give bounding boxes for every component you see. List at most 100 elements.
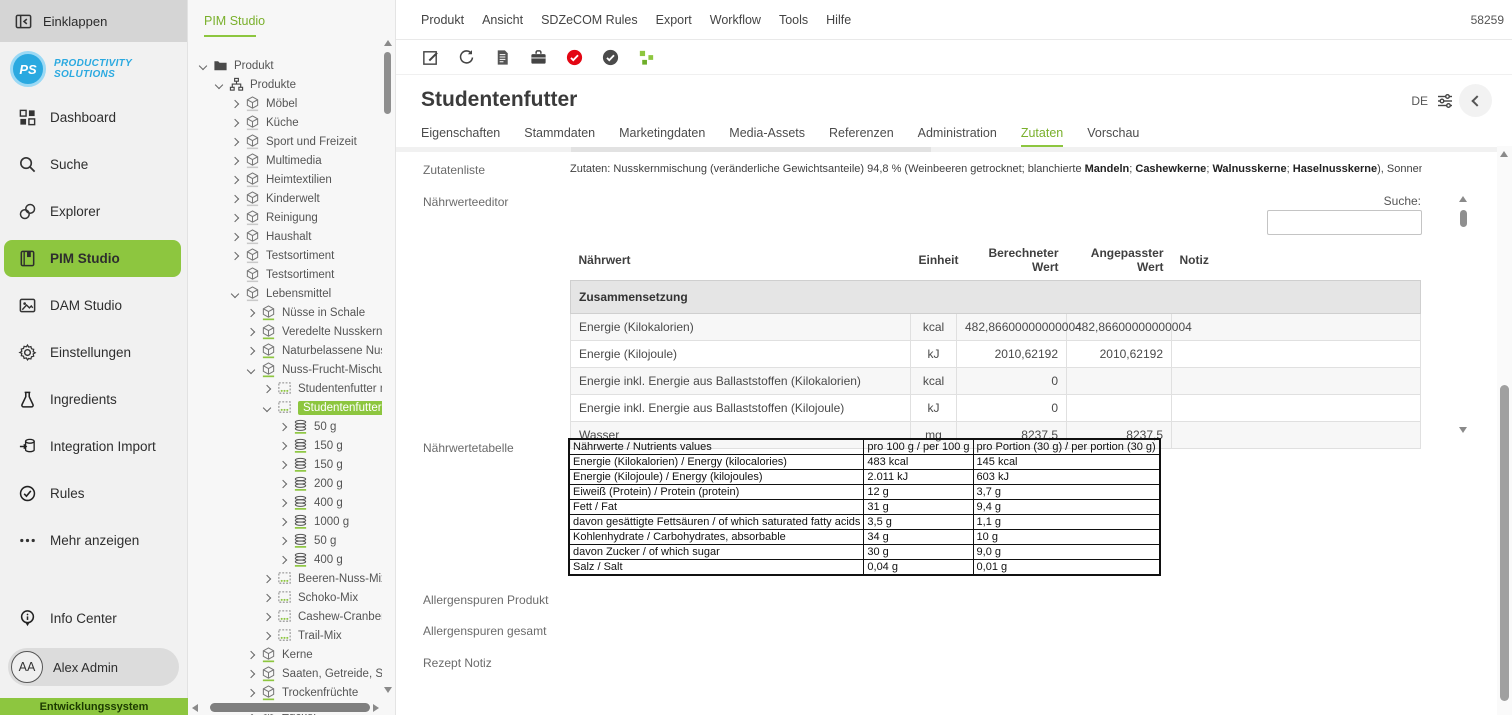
chevron-right-icon[interactable] <box>247 650 255 658</box>
tree-node[interactable]: Trail-Mix <box>188 626 382 645</box>
chevron-right-icon[interactable] <box>279 422 287 430</box>
tree-node[interactable]: 400 g <box>188 493 382 512</box>
status-red-check-button[interactable] <box>565 48 585 68</box>
note-cell[interactable] <box>1172 341 1421 368</box>
content-horizontal-scrollbar[interactable] <box>396 147 1497 152</box>
adjusted-value[interactable]: 2010,62192 <box>1067 341 1172 368</box>
chevron-right-icon[interactable] <box>279 441 287 449</box>
chevron-right-icon[interactable] <box>263 612 271 620</box>
chevron-right-icon[interactable] <box>263 593 271 601</box>
report-button[interactable] <box>493 48 513 68</box>
tree-node[interactable]: Schoko-Mix <box>188 588 382 607</box>
tree-node[interactable]: Heimtextilien <box>188 170 382 189</box>
refresh-button[interactable] <box>457 48 477 68</box>
sidebar-item-suche[interactable]: Suche <box>0 141 187 188</box>
chevron-right-icon[interactable] <box>263 631 271 639</box>
structure-green-button[interactable] <box>637 48 657 68</box>
tree-node[interactable]: 150 g <box>188 455 382 474</box>
scroll-up-arrow[interactable] <box>384 40 392 46</box>
note-cell[interactable] <box>1172 395 1421 422</box>
sidebar-item-mehr-anzeigen[interactable]: Mehr anzeigen <box>0 517 187 564</box>
scroll-up-arrow[interactable] <box>1459 196 1467 202</box>
tree-node[interactable]: Multimedia <box>188 151 382 170</box>
language-selector[interactable]: DE <box>1411 94 1428 108</box>
chevron-right-icon[interactable] <box>279 536 287 544</box>
tree-node[interactable]: 400 g <box>188 550 382 569</box>
scroll-thumb[interactable] <box>571 147 931 152</box>
editor-column-header[interactable]: Einheit <box>911 240 957 281</box>
note-cell[interactable] <box>1172 314 1421 341</box>
chevron-right-icon[interactable] <box>247 327 255 335</box>
chevron-right-icon[interactable] <box>231 194 239 202</box>
search-input[interactable] <box>1267 210 1422 235</box>
chevron-right-icon[interactable] <box>247 346 255 354</box>
scroll-down-arrow[interactable] <box>384 687 392 693</box>
edit-button[interactable] <box>421 48 441 68</box>
menu-produkt[interactable]: Produkt <box>421 13 464 27</box>
scroll-right-arrow[interactable] <box>373 704 379 712</box>
adjusted-value[interactable]: 482,86600000000004 <box>1067 314 1172 341</box>
sidebar-item-dashboard[interactable]: Dashboard <box>0 94 187 141</box>
editor-column-header[interactable]: Berechneter Wert <box>957 240 1067 281</box>
tree-node[interactable]: Testsortiment <box>188 265 382 284</box>
collapse-sidebar-button[interactable]: Einklappen <box>0 0 187 42</box>
page-vertical-scrollbar[interactable] <box>1497 146 1512 715</box>
tree-node[interactable]: Reinigung <box>188 208 382 227</box>
chevron-right-icon[interactable] <box>279 555 287 563</box>
tree-node[interactable]: Küche <box>188 113 382 132</box>
tree-node[interactable]: Lebensmittel <box>188 284 382 303</box>
tree-node[interactable]: Produkt <box>188 56 382 75</box>
chevron-right-icon[interactable] <box>231 156 239 164</box>
chevron-down-icon[interactable] <box>247 365 255 373</box>
tree-node[interactable]: Saaten, Getreide, Sons <box>188 664 382 683</box>
chevron-right-icon[interactable] <box>231 118 239 126</box>
adjusted-value[interactable] <box>1067 395 1172 422</box>
tree-node[interactable]: 1000 g <box>188 512 382 531</box>
tree-node[interactable]: 50 g <box>188 417 382 436</box>
chevron-right-icon[interactable] <box>231 175 239 183</box>
editor-row[interactable]: Energie inkl. Energie aus Ballaststoffen… <box>571 395 1421 422</box>
tree-node[interactable]: Studentenfutter mi <box>188 379 382 398</box>
sidebar-item-ingredients[interactable]: Ingredients <box>0 376 187 423</box>
sidebar-item-einstellungen[interactable]: Einstellungen <box>0 329 187 376</box>
editor-section-row[interactable]: Zusammensetzung <box>571 281 1421 314</box>
sidebar-item-dam-studio[interactable]: DAM Studio <box>0 282 187 329</box>
collapse-panel-button[interactable] <box>1459 84 1492 117</box>
chevron-down-icon[interactable] <box>231 289 239 297</box>
tree-node[interactable]: Veredelte Nusskerne & <box>188 322 382 341</box>
sidebar-item-explorer[interactable]: Explorer <box>0 188 187 235</box>
tree-node[interactable]: 200 g <box>188 474 382 493</box>
scroll-thumb[interactable] <box>384 52 391 114</box>
editor-vertical-scrollbar[interactable] <box>1457 196 1470 433</box>
tree-node[interactable]: Haushalt <box>188 227 382 246</box>
sidebar-item-pim-studio[interactable]: PIM Studio <box>4 240 181 277</box>
menu-sdzecom-rules[interactable]: SDZeCOM Rules <box>541 13 638 27</box>
menu-hilfe[interactable]: Hilfe <box>826 13 851 27</box>
adjusted-value[interactable] <box>1067 368 1172 395</box>
tab-marketingdaten[interactable]: Marketingdaten <box>619 126 705 147</box>
menu-tools[interactable]: Tools <box>779 13 808 27</box>
chevron-right-icon[interactable] <box>279 498 287 506</box>
chevron-down-icon[interactable] <box>263 403 271 411</box>
tree-vertical-scrollbar[interactable] <box>383 40 393 693</box>
chevron-right-icon[interactable] <box>231 99 239 107</box>
status-dark-check-button[interactable] <box>601 48 621 68</box>
menu-ansicht[interactable]: Ansicht <box>482 13 523 27</box>
scroll-thumb[interactable] <box>210 703 370 712</box>
tree-node[interactable]: Cashew-Cranberry- <box>188 607 382 626</box>
menu-export[interactable]: Export <box>656 13 692 27</box>
tree-horizontal-scrollbar[interactable] <box>192 702 379 714</box>
tree-node[interactable]: Nuss-Frucht-Mischung <box>188 360 382 379</box>
tree-node[interactable]: Studentenfutter <box>188 398 382 417</box>
tree-node[interactable]: 50 g <box>188 531 382 550</box>
chevron-right-icon[interactable] <box>247 669 255 677</box>
scroll-thumb[interactable] <box>1500 385 1509 701</box>
chevron-right-icon[interactable] <box>247 688 255 696</box>
chevron-right-icon[interactable] <box>231 137 239 145</box>
filter-sliders-icon[interactable] <box>1435 91 1455 111</box>
editor-row[interactable]: Energie (Kilojoule)kJ2010,621922010,6219… <box>571 341 1421 368</box>
tree-node[interactable]: 150 g <box>188 436 382 455</box>
tree-node[interactable]: Naturbelassene Nussk <box>188 341 382 360</box>
chevron-right-icon[interactable] <box>279 479 287 487</box>
chevron-down-icon[interactable] <box>199 61 207 69</box>
